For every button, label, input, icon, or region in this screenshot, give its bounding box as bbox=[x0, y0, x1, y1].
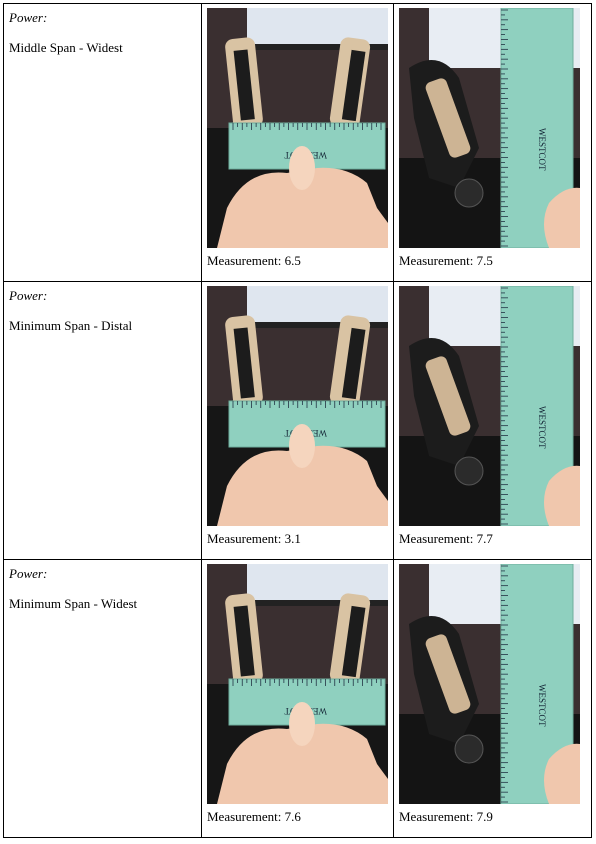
photo-cell: WESTCOT Measurement: 7.7 bbox=[393, 281, 592, 560]
measurement-photo: WESTCOT bbox=[399, 564, 580, 804]
photo-illustration: WESTCOT bbox=[207, 8, 388, 248]
measurement-value: 7.6 bbox=[284, 809, 301, 824]
span-name: Minimum Span - Widest bbox=[9, 596, 138, 611]
photo-cell: WESTCOT Measurement: 7.9 bbox=[393, 559, 592, 838]
grip-category: Power: bbox=[9, 10, 48, 25]
grip-category: Power: bbox=[9, 566, 48, 581]
svg-text:WESTCOT: WESTCOT bbox=[537, 406, 547, 449]
svg-text:WESTCOT: WESTCOT bbox=[537, 684, 547, 727]
measurement-value: 7.9 bbox=[476, 809, 493, 824]
grip-category: Power: bbox=[9, 288, 48, 303]
row-label-cell: Power: Middle Span - Widest bbox=[3, 3, 202, 282]
photo-cell: WESTCOT Measurement: 7.6 bbox=[201, 559, 394, 838]
photo-illustration: WESTCOT bbox=[207, 564, 388, 804]
measurement-label: Measurement: bbox=[399, 531, 474, 546]
measurement-caption: Measurement: 7.7 bbox=[399, 531, 587, 547]
measurement-photo: WESTCOT bbox=[399, 8, 580, 248]
photo-cell: WESTCOT Measurement: 7.5 bbox=[393, 3, 592, 282]
measurement-value: 6.5 bbox=[284, 253, 301, 268]
measurement-value: 3.1 bbox=[284, 531, 301, 546]
photo-cell: WESTCOT Measurement: 3.1 bbox=[201, 281, 394, 560]
photo-illustration: WESTCOT bbox=[399, 8, 580, 248]
measurement-photo: WESTCOT bbox=[207, 564, 388, 804]
row-label-cell: Power: Minimum Span - Distal bbox=[3, 281, 202, 560]
measurement-value: 7.5 bbox=[476, 253, 493, 268]
measurement-caption: Measurement: 7.6 bbox=[207, 809, 389, 825]
measurement-table: Power: Middle Span - Widest WESTCOT Meas… bbox=[3, 3, 592, 838]
measurement-label: Measurement: bbox=[399, 809, 474, 824]
table-row: Power: Middle Span - Widest WESTCOT Meas… bbox=[3, 3, 592, 282]
measurement-photo: WESTCOT bbox=[207, 286, 388, 526]
photo-illustration: WESTCOT bbox=[399, 286, 580, 526]
measurement-caption: Measurement: 6.5 bbox=[207, 253, 389, 269]
measurement-photo: WESTCOT bbox=[207, 8, 388, 248]
measurement-photo: WESTCOT bbox=[399, 286, 580, 526]
measurement-value: 7.7 bbox=[476, 531, 493, 546]
measurement-label: Measurement: bbox=[207, 531, 282, 546]
table-row: Power: Minimum Span - Widest WESTCOT Mea… bbox=[3, 559, 592, 838]
measurement-caption: Measurement: 3.1 bbox=[207, 531, 389, 547]
photo-cell: WESTCOT Measurement: 6.5 bbox=[201, 3, 394, 282]
row-label-cell: Power: Minimum Span - Widest bbox=[3, 559, 202, 838]
span-name: Minimum Span - Distal bbox=[9, 318, 133, 333]
measurement-label: Measurement: bbox=[207, 809, 282, 824]
photo-illustration: WESTCOT bbox=[399, 564, 580, 804]
photo-illustration: WESTCOT bbox=[207, 286, 388, 526]
table-row: Power: Minimum Span - Distal WESTCOT Mea… bbox=[3, 281, 592, 560]
span-name: Middle Span - Widest bbox=[9, 40, 123, 55]
measurement-caption: Measurement: 7.9 bbox=[399, 809, 587, 825]
measurement-label: Measurement: bbox=[207, 253, 282, 268]
svg-text:WESTCOT: WESTCOT bbox=[537, 128, 547, 171]
measurement-caption: Measurement: 7.5 bbox=[399, 253, 587, 269]
measurement-label: Measurement: bbox=[399, 253, 474, 268]
